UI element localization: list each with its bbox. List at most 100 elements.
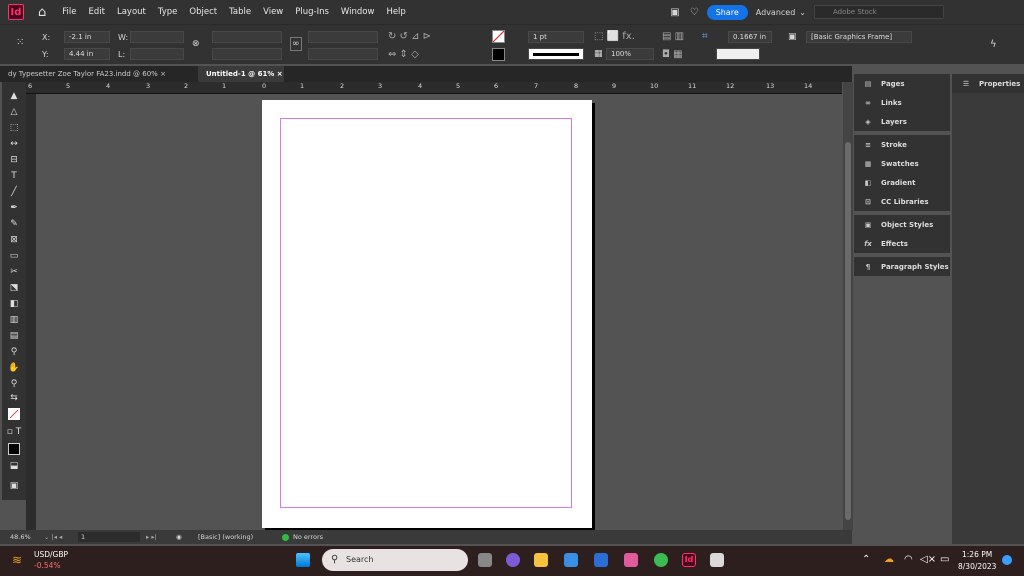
scissors-tool-icon[interactable]: ✂	[2, 264, 26, 280]
tab-untitled-1[interactable]: Untitled-1 @ 61% ×	[198, 66, 284, 82]
page-nav-icons[interactable]: ⌄ |◂ ◂	[44, 530, 62, 544]
volume-icon[interactable]: ◁×	[920, 554, 936, 565]
panel-properties[interactable]: ☰ Properties	[952, 74, 1024, 93]
close-icon[interactable]: ×	[160, 70, 166, 78]
panel-object-styles[interactable]: ▣ Object Styles	[854, 215, 950, 234]
link-icon[interactable]: ∞	[290, 37, 302, 51]
adobe-stock-search[interactable]: Adobe Stock	[814, 5, 944, 19]
frame-fitting-icons[interactable]: ⬚ ⬜ fx.	[594, 31, 635, 42]
screen-mode-icon[interactable]: ⬓	[2, 458, 26, 474]
direct-selection-tool-icon[interactable]: △	[2, 104, 26, 120]
stroke-swatch[interactable]	[492, 48, 505, 61]
share-button[interactable]: Share	[706, 4, 748, 20]
type-tool-icon[interactable]: T	[2, 168, 26, 184]
menu-type[interactable]: Type	[158, 7, 178, 17]
panel-layers[interactable]: ◈ Layers	[854, 112, 950, 131]
page-nav-next-icons[interactable]: ▸ ▸|	[146, 530, 157, 544]
pen-tool-icon[interactable]: ✒	[2, 200, 26, 216]
zoom-tool-icon[interactable]: ⚲	[2, 376, 26, 392]
menu-plugins[interactable]: Plug-Ins	[295, 7, 329, 17]
corner-icon[interactable]: ⌗	[702, 31, 708, 42]
constrain-icon[interactable]: ⊗	[192, 39, 200, 49]
panel-paragraph-styles[interactable]: ¶ Paragraph Styles	[854, 257, 950, 276]
height-field[interactable]	[130, 48, 184, 60]
panel-links[interactable]: ∞ Links	[854, 93, 950, 112]
menu-layout[interactable]: Layout	[117, 7, 146, 17]
media-player-icon[interactable]	[594, 553, 608, 567]
align-icons[interactable]: ◘ ▦	[662, 49, 683, 60]
style-status[interactable]: [Basic] (working)	[198, 530, 253, 544]
hand-tool-icon[interactable]: ✋	[2, 360, 26, 376]
rotate-icons[interactable]: ↻ ↺ ⊿ ⊳	[388, 31, 431, 42]
home-icon[interactable]: ⌂	[38, 5, 46, 20]
tab-zoe-taylor-doc[interactable]: dy Typesetter Zoe Taylor FA23.indd @ 60%…	[0, 66, 196, 82]
vertical-scrollbar[interactable]	[843, 82, 853, 530]
lightbulb-icon[interactable]: ♡	[690, 7, 699, 18]
battery-icon[interactable]: ▭	[940, 554, 949, 565]
page-number-field[interactable]: 1	[78, 532, 140, 542]
stroke-weight-field[interactable]: 1 pt	[528, 31, 584, 43]
menu-help[interactable]: Help	[386, 7, 405, 17]
scroll-thumb[interactable]	[845, 142, 851, 520]
preflight-status[interactable]: No errors	[293, 530, 323, 544]
line-tool-icon[interactable]: ╱	[2, 184, 26, 200]
menu-window[interactable]: Window	[341, 7, 375, 17]
preview-mode-icon[interactable]: ▣	[2, 478, 26, 494]
reference-point-icon[interactable]: ⁙	[16, 37, 24, 48]
menu-object[interactable]: Object	[189, 7, 217, 17]
panel-effects[interactable]: fx Effects	[854, 234, 950, 253]
teams-icon[interactable]	[506, 553, 520, 567]
menu-view[interactable]: View	[263, 7, 283, 17]
selection-tool-icon[interactable]: ▲	[2, 88, 26, 104]
close-icon[interactable]: ×	[277, 70, 283, 78]
offset-field[interactable]: 0.1667 in	[728, 31, 772, 43]
free-transform-tool-icon[interactable]: ⬔	[2, 280, 26, 296]
menu-file[interactable]: File	[62, 7, 76, 17]
folder-icon[interactable]	[534, 553, 548, 567]
tray-chevron-icon[interactable]: ⌃	[862, 554, 870, 565]
content-collector-icon[interactable]: ⊟	[2, 152, 26, 168]
gradient-feather-tool-icon[interactable]: ▥	[2, 312, 26, 328]
note-tool-icon[interactable]: ▤	[2, 328, 26, 344]
clock-time[interactable]: 1:26 PM	[962, 550, 992, 559]
fill-swatch[interactable]	[492, 30, 505, 43]
tray-app-icon[interactable]: ☁	[884, 554, 894, 565]
rectangle-frame-tool-icon[interactable]: ⊠	[2, 232, 26, 248]
apply-color-icon[interactable]	[2, 440, 26, 458]
gap-tool-icon[interactable]: ↔	[2, 136, 26, 152]
eyedropper-tool-icon[interactable]: ⚲	[2, 344, 26, 360]
rectangle-tool-icon[interactable]: ▭	[2, 248, 26, 264]
gradient-tool-icon[interactable]: ◧	[2, 296, 26, 312]
currency-widget[interactable]: USD/GBP	[34, 550, 68, 559]
notification-badge[interactable]	[1002, 555, 1012, 565]
publish-icon[interactable]: ▣	[670, 7, 679, 18]
scale-y-field[interactable]	[212, 48, 282, 60]
panel-cc-libraries[interactable]: ⊡ CC Libraries	[854, 192, 950, 211]
taskbar-search[interactable]: ⚲ Search	[322, 549, 468, 571]
width-field[interactable]	[130, 31, 184, 43]
panel-pages[interactable]: ▤ Pages	[854, 74, 950, 93]
workspace-switcher[interactable]: Advanced	[756, 8, 796, 17]
panel-swatches[interactable]: ▦ Swatches	[854, 154, 950, 173]
shear-field[interactable]	[308, 48, 378, 60]
fill-color-field[interactable]	[716, 48, 760, 60]
panel-gradient[interactable]: ◧ Gradient	[854, 173, 950, 192]
pencil-tool-icon[interactable]: ✎	[2, 216, 26, 232]
fill-stroke-icon[interactable]	[2, 404, 26, 424]
x-field[interactable]: -2.1 in	[64, 31, 110, 43]
rotate-field[interactable]	[308, 31, 378, 43]
document-page[interactable]	[262, 100, 592, 528]
opacity-field[interactable]: 100%	[606, 48, 654, 60]
page-tool-icon[interactable]: ⬚	[2, 120, 26, 136]
default-colors-icon[interactable]: ⇆	[2, 392, 26, 404]
wifi-icon[interactable]: ◠	[904, 554, 913, 565]
y-field[interactable]: 4.44 in	[64, 48, 110, 60]
panel-stroke[interactable]: ≡ Stroke	[854, 135, 950, 154]
lightning-icon[interactable]: ϟ	[990, 39, 997, 50]
indesign-taskbar-icon[interactable]: Id	[682, 553, 696, 567]
object-style-select[interactable]: [Basic Graphics Frame]	[806, 31, 912, 43]
formatting-container-icon[interactable]: ▫ T	[2, 424, 26, 440]
flip-icons[interactable]: ⇔ ⇕ ◇	[388, 49, 419, 60]
clock-date[interactable]: 8/30/2023	[958, 562, 996, 571]
menu-edit[interactable]: Edit	[89, 7, 105, 17]
